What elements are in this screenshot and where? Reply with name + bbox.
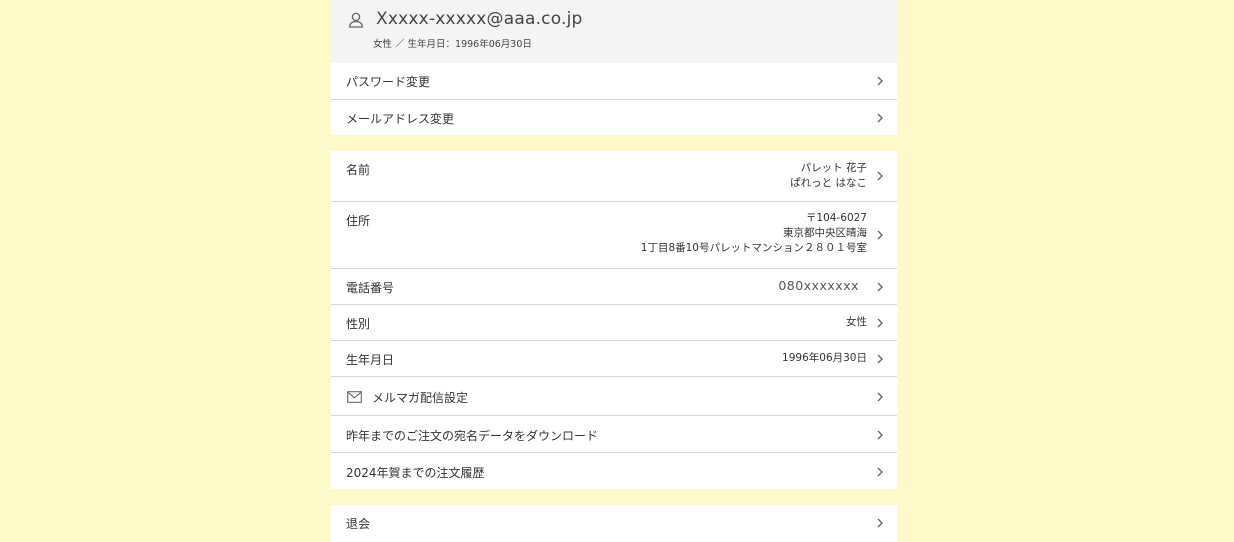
newsletter-label: メルマガ配信設定 <box>372 391 469 405</box>
chevron-right-icon <box>877 354 883 364</box>
profile-email: Xxxxx-xxxxx@aaa.co.jp <box>376 9 583 29</box>
user-icon <box>348 12 364 28</box>
chevron-right-icon <box>877 430 883 440</box>
order-history-label: 2024年賀までの注文履歴 <box>346 466 485 480</box>
mail-icon <box>347 391 362 403</box>
password-change-label: パスワード変更 <box>346 75 431 89</box>
chevron-right-icon <box>877 467 883 477</box>
chevron-right-icon <box>877 76 883 86</box>
chevron-right-icon <box>877 230 883 240</box>
phone-value: 080xxxxxxx <box>778 278 859 293</box>
address-label: 住所 <box>346 214 371 228</box>
address-postal: 〒104-6027 <box>805 212 867 224</box>
address-row[interactable]: 住所 〒104-6027 東京都中央区晴海 1丁目8番10号パレットマンション２… <box>331 202 897 268</box>
password-change-row[interactable]: パスワード変更 <box>331 63 897 99</box>
gender-row[interactable]: 性別 女性 <box>331 305 897 340</box>
phone-row[interactable]: 電話番号 080xxxxxxx <box>331 269 897 304</box>
details-card: 名前 パレット 花子 ぱれっと はなこ 住所 〒104-6027 東京都中央区晴… <box>331 151 897 489</box>
name-label: 名前 <box>346 163 371 177</box>
gender-value: 女性 <box>846 316 867 328</box>
name-row[interactable]: 名前 パレット 花子 ぱれっと はなこ <box>331 151 897 201</box>
name-kana: ぱれっと はなこ <box>790 177 867 189</box>
email-change-label: メールアドレス変更 <box>346 112 455 126</box>
withdraw-label: 退会 <box>346 517 371 531</box>
address-data-download-row[interactable]: 昨年までのご注文の宛名データをダウンロード <box>331 416 897 452</box>
address-line1: 東京都中央区晴海 <box>783 227 867 239</box>
birthday-row[interactable]: 生年月日 1996年06月30日 <box>331 341 897 376</box>
chevron-right-icon <box>877 392 883 402</box>
profile-header: Xxxxx-xxxxx@aaa.co.jp 女性 ／ 生年月日：1996年06月… <box>331 0 897 63</box>
email-change-row[interactable]: メールアドレス変更 <box>331 100 897 135</box>
account-panel: Xxxxx-xxxxx@aaa.co.jp 女性 ／ 生年月日：1996年06月… <box>331 0 897 542</box>
withdraw-row[interactable]: 退会 <box>331 505 897 542</box>
birthday-value: 1996年06月30日 <box>782 352 867 364</box>
withdraw-card: 退会 <box>331 505 897 542</box>
chevron-right-icon <box>877 282 883 292</box>
gender-label: 性別 <box>346 317 371 331</box>
chevron-right-icon <box>877 318 883 328</box>
chevron-right-icon <box>877 518 883 528</box>
address-value: 〒104-6027 東京都中央区晴海 1丁目8番10号パレットマンション２８０１… <box>641 211 867 256</box>
download-label: 昨年までのご注文の宛名データをダウンロード <box>346 429 599 443</box>
order-history-row[interactable]: 2024年賀までの注文履歴 <box>331 453 897 489</box>
profile-summary: 女性 ／ 生年月日：1996年06月30日 <box>373 39 532 50</box>
name-value: パレット 花子 ぱれっと はなこ <box>790 161 867 191</box>
phone-label: 電話番号 <box>346 281 395 295</box>
address-line2: 1丁目8番10号パレットマンション２８０１号室 <box>640 242 867 254</box>
birthday-label: 生年月日 <box>346 353 395 367</box>
account-card: パスワード変更 メールアドレス変更 <box>331 63 897 135</box>
chevron-right-icon <box>877 113 883 123</box>
name-kanji: パレット 花子 <box>800 162 867 174</box>
chevron-right-icon <box>877 171 883 181</box>
newsletter-row[interactable]: メルマガ配信設定 <box>331 377 897 415</box>
